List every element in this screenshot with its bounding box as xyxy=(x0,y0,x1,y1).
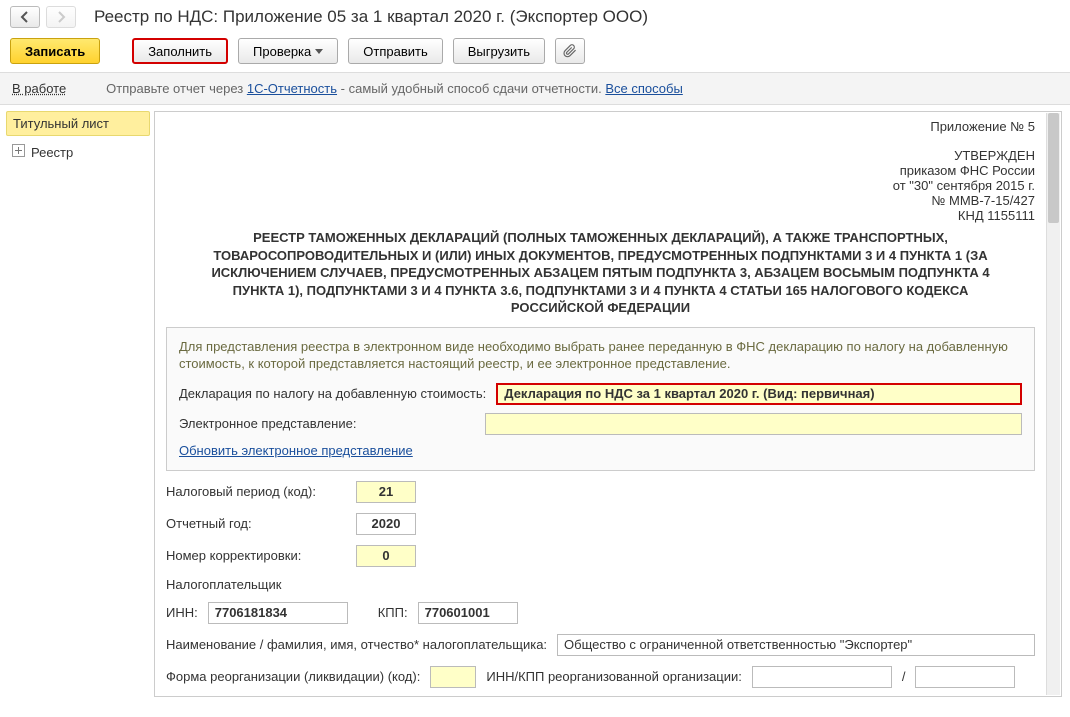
attach-button[interactable] xyxy=(555,38,585,64)
report-status[interactable]: В работе xyxy=(12,81,66,96)
fill-button[interactable]: Заполнить xyxy=(132,38,228,64)
refresh-erepr-link[interactable]: Обновить электронное представление xyxy=(179,443,413,458)
paperclip-icon xyxy=(563,44,577,58)
name-field[interactable]: Общество с ограниченной ответственностью… xyxy=(557,634,1035,656)
erepr-label: Электронное представление: xyxy=(179,416,475,431)
reorg-inn-label: ИНН/КПП реорганизованной организации: xyxy=(486,669,742,684)
chevron-down-icon xyxy=(315,49,323,54)
declaration-panel: Для представления реестра в электронном … xyxy=(166,327,1035,471)
year-field[interactable]: 2020 xyxy=(356,513,416,535)
nav-back-button[interactable] xyxy=(10,6,40,28)
panel-note: Для представления реестра в электронном … xyxy=(179,338,1022,373)
sidebar-item-registry[interactable]: Реестр xyxy=(6,140,150,164)
kpp-label: КПП: xyxy=(378,605,408,620)
name-label: Наименование / фамилия, имя, отчество* н… xyxy=(166,637,547,652)
taxpayer-label: Налогоплательщик xyxy=(166,577,281,592)
reorg-kpp-field[interactable] xyxy=(915,666,1015,688)
annex-block: Приложение № 5 УТВЕРЖДЕН приказом ФНС Ро… xyxy=(156,113,1045,225)
nav-forward-button[interactable] xyxy=(46,6,76,28)
declaration-field[interactable]: Декларация по НДС за 1 квартал 2020 г. (… xyxy=(496,383,1022,405)
save-button[interactable]: Записать xyxy=(10,38,100,64)
declaration-label: Декларация по налогу на добавленную стои… xyxy=(179,386,486,401)
link-all-methods[interactable]: Все способы xyxy=(605,81,682,96)
check-button[interactable]: Проверка xyxy=(238,38,338,64)
sidebar-item-title-page[interactable]: Титульный лист xyxy=(6,111,150,136)
corr-field[interactable]: 0 xyxy=(356,545,416,567)
export-button[interactable]: Выгрузить xyxy=(453,38,545,64)
info-hint: Отправьте отчет через 1С-Отчетность - са… xyxy=(106,81,683,96)
kpp-field[interactable]: 770601001 xyxy=(418,602,518,624)
vertical-scrollbar[interactable] xyxy=(1046,113,1060,695)
reorg-code-field[interactable] xyxy=(430,666,476,688)
content-pane: Приложение № 5 УТВЕРЖДЕН приказом ФНС Ро… xyxy=(154,111,1062,697)
document-heading: РЕЕСТР ТАМОЖЕННЫХ ДЕКЛАРАЦИЙ (ПОЛНЫХ ТАМ… xyxy=(156,225,1045,327)
inn-field[interactable]: 7706181834 xyxy=(208,602,348,624)
sep: / xyxy=(902,669,906,684)
corr-label: Номер корректировки: xyxy=(166,548,346,563)
link-1c-reporting[interactable]: 1С-Отчетность xyxy=(247,81,337,96)
check-button-label: Проверка xyxy=(253,44,311,59)
page-title: Реестр по НДС: Приложение 05 за 1 кварта… xyxy=(82,7,648,27)
scrollbar-thumb[interactable] xyxy=(1048,113,1059,223)
period-label: Налоговый период (код): xyxy=(166,484,346,499)
year-label: Отчетный год: xyxy=(166,516,346,531)
sidebar: Титульный лист Реестр xyxy=(0,105,150,697)
period-field[interactable]: 21 xyxy=(356,481,416,503)
send-button[interactable]: Отправить xyxy=(348,38,442,64)
reorg-label: Форма реорганизации (ликвидации) (код): xyxy=(166,669,420,684)
inn-label: ИНН: xyxy=(166,605,198,620)
reorg-inn-field[interactable] xyxy=(752,666,892,688)
erepr-field[interactable] xyxy=(485,413,1022,435)
